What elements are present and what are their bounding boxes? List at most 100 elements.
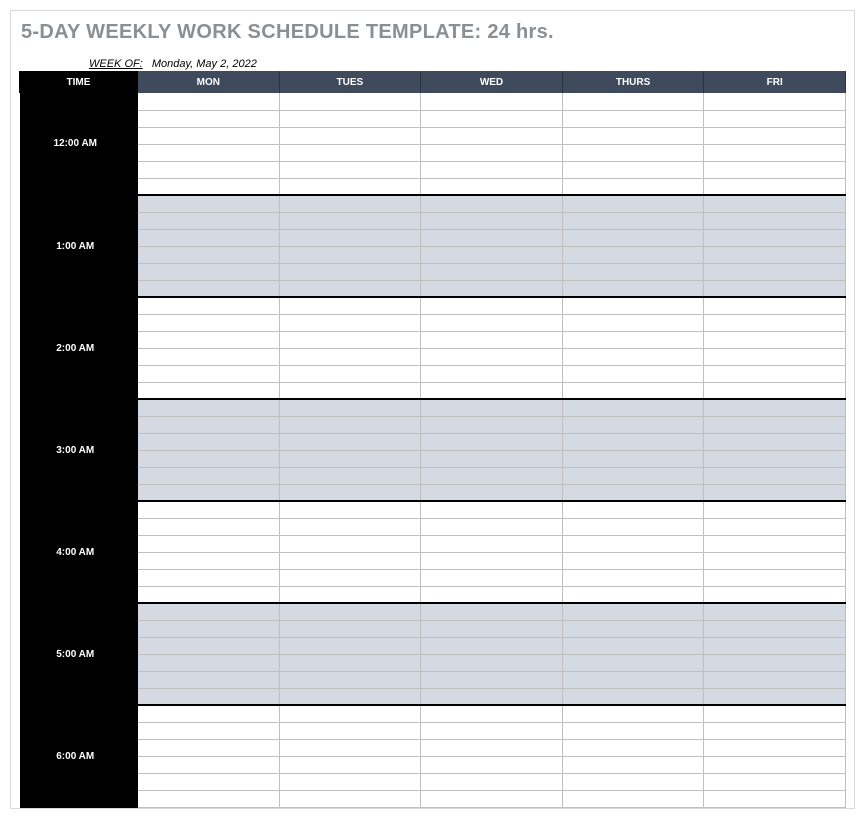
schedule-cell[interactable] <box>138 416 280 433</box>
schedule-cell[interactable] <box>704 722 846 739</box>
schedule-cell[interactable] <box>421 263 563 280</box>
schedule-cell[interactable] <box>138 484 280 501</box>
schedule-cell[interactable] <box>421 637 563 654</box>
schedule-cell[interactable] <box>421 93 563 110</box>
schedule-cell[interactable] <box>138 722 280 739</box>
schedule-cell[interactable] <box>704 314 846 331</box>
schedule-cell[interactable] <box>279 127 421 144</box>
schedule-cell[interactable] <box>421 110 563 127</box>
schedule-cell[interactable] <box>279 722 421 739</box>
schedule-cell[interactable] <box>704 365 846 382</box>
schedule-cell[interactable] <box>138 654 280 671</box>
schedule-cell[interactable] <box>421 756 563 773</box>
schedule-cell[interactable] <box>421 314 563 331</box>
schedule-cell[interactable] <box>279 178 421 195</box>
schedule-cell[interactable] <box>138 790 280 807</box>
schedule-cell[interactable] <box>562 467 704 484</box>
schedule-cell[interactable] <box>279 93 421 110</box>
schedule-cell[interactable] <box>704 569 846 586</box>
schedule-cell[interactable] <box>421 127 563 144</box>
schedule-cell[interactable] <box>562 569 704 586</box>
schedule-cell[interactable] <box>138 569 280 586</box>
schedule-cell[interactable] <box>562 535 704 552</box>
schedule-cell[interactable] <box>279 399 421 416</box>
schedule-cell[interactable] <box>421 518 563 535</box>
schedule-cell[interactable] <box>421 790 563 807</box>
schedule-cell[interactable] <box>562 688 704 705</box>
schedule-cell[interactable] <box>421 246 563 263</box>
schedule-cell[interactable] <box>562 110 704 127</box>
schedule-cell[interactable] <box>704 739 846 756</box>
schedule-cell[interactable] <box>562 399 704 416</box>
schedule-cell[interactable] <box>562 246 704 263</box>
schedule-cell[interactable] <box>421 365 563 382</box>
schedule-cell[interactable] <box>421 297 563 314</box>
schedule-cell[interactable] <box>279 450 421 467</box>
schedule-cell[interactable] <box>279 739 421 756</box>
schedule-cell[interactable] <box>279 586 421 603</box>
schedule-cell[interactable] <box>421 773 563 790</box>
schedule-cell[interactable] <box>704 518 846 535</box>
schedule-cell[interactable] <box>138 212 280 229</box>
schedule-cell[interactable] <box>562 314 704 331</box>
schedule-cell[interactable] <box>562 348 704 365</box>
schedule-cell[interactable] <box>421 212 563 229</box>
schedule-cell[interactable] <box>704 484 846 501</box>
schedule-cell[interactable] <box>562 93 704 110</box>
schedule-cell[interactable] <box>279 705 421 722</box>
schedule-cell[interactable] <box>279 620 421 637</box>
schedule-cell[interactable] <box>562 773 704 790</box>
schedule-cell[interactable] <box>279 433 421 450</box>
schedule-cell[interactable] <box>138 450 280 467</box>
schedule-cell[interactable] <box>421 161 563 178</box>
schedule-cell[interactable] <box>704 416 846 433</box>
schedule-cell[interactable] <box>138 586 280 603</box>
schedule-cell[interactable] <box>421 229 563 246</box>
schedule-cell[interactable] <box>421 467 563 484</box>
schedule-cell[interactable] <box>421 654 563 671</box>
schedule-cell[interactable] <box>421 569 563 586</box>
schedule-cell[interactable] <box>421 399 563 416</box>
schedule-cell[interactable] <box>138 739 280 756</box>
schedule-cell[interactable] <box>279 467 421 484</box>
schedule-cell[interactable] <box>704 671 846 688</box>
schedule-cell[interactable] <box>562 620 704 637</box>
schedule-cell[interactable] <box>704 654 846 671</box>
schedule-cell[interactable] <box>704 450 846 467</box>
schedule-cell[interactable] <box>421 331 563 348</box>
schedule-cell[interactable] <box>704 637 846 654</box>
schedule-cell[interactable] <box>279 195 421 212</box>
schedule-cell[interactable] <box>562 161 704 178</box>
schedule-cell[interactable] <box>279 382 421 399</box>
schedule-cell[interactable] <box>421 552 563 569</box>
schedule-cell[interactable] <box>562 297 704 314</box>
schedule-cell[interactable] <box>421 501 563 518</box>
schedule-cell[interactable] <box>279 501 421 518</box>
schedule-cell[interactable] <box>704 161 846 178</box>
schedule-cell[interactable] <box>421 144 563 161</box>
schedule-cell[interactable] <box>421 722 563 739</box>
schedule-cell[interactable] <box>279 212 421 229</box>
schedule-cell[interactable] <box>704 382 846 399</box>
schedule-cell[interactable] <box>138 399 280 416</box>
schedule-cell[interactable] <box>421 688 563 705</box>
schedule-cell[interactable] <box>279 637 421 654</box>
schedule-cell[interactable] <box>421 535 563 552</box>
schedule-cell[interactable] <box>138 756 280 773</box>
schedule-cell[interactable] <box>562 229 704 246</box>
schedule-cell[interactable] <box>562 552 704 569</box>
schedule-cell[interactable] <box>704 467 846 484</box>
schedule-cell[interactable] <box>704 790 846 807</box>
schedule-cell[interactable] <box>421 280 563 297</box>
schedule-cell[interactable] <box>704 603 846 620</box>
schedule-cell[interactable] <box>138 518 280 535</box>
schedule-cell[interactable] <box>704 433 846 450</box>
schedule-cell[interactable] <box>138 178 280 195</box>
schedule-cell[interactable] <box>704 399 846 416</box>
schedule-cell[interactable] <box>562 263 704 280</box>
schedule-cell[interactable] <box>704 280 846 297</box>
schedule-cell[interactable] <box>562 790 704 807</box>
schedule-cell[interactable] <box>562 331 704 348</box>
schedule-cell[interactable] <box>138 773 280 790</box>
schedule-cell[interactable] <box>279 229 421 246</box>
